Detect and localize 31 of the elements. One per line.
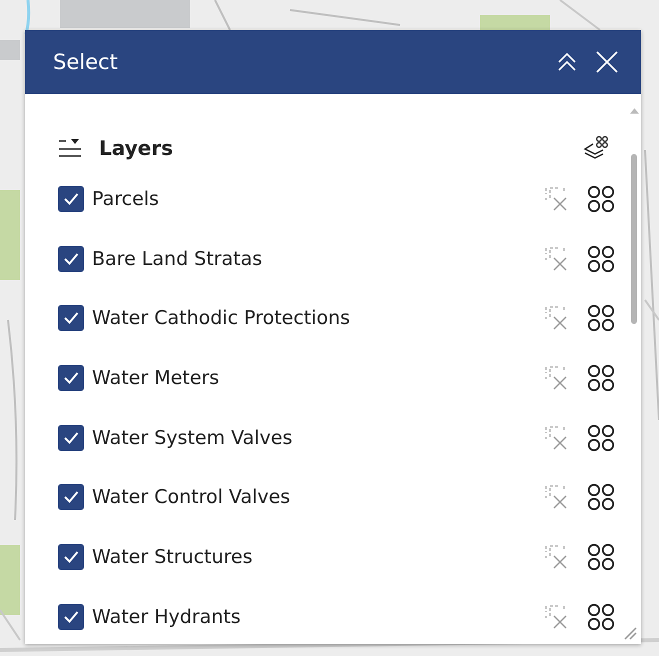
four-circles-icon[interactable] (587, 483, 615, 512)
layer-name: Water Structures (92, 546, 254, 568)
four-circles-icon[interactable] (587, 424, 615, 452)
layer-name: Water Control Valves (92, 486, 292, 508)
checkbox[interactable] (58, 364, 84, 391)
checkbox[interactable] (58, 484, 84, 510)
checkbox[interactable] (58, 186, 84, 212)
checkbox[interactable] (58, 424, 84, 451)
layer-name: Water Meters (92, 366, 220, 389)
layers-icon[interactable] (583, 135, 609, 161)
section-title: Layers (99, 136, 174, 160)
layer-name: Bare Land Stratas (92, 248, 264, 270)
list-options-icon[interactable] (58, 138, 82, 158)
checkbox[interactable] (58, 305, 84, 332)
close-icon[interactable] (595, 50, 619, 74)
scrollbar-thumb[interactable] (631, 154, 637, 324)
four-circles-icon[interactable] (587, 542, 615, 571)
layer-name: Water Cathodic Protections (92, 307, 352, 330)
checkbox[interactable] (58, 544, 84, 570)
four-circles-icon[interactable] (587, 602, 615, 631)
layer-name: Parcels (92, 188, 160, 210)
checkbox[interactable] (58, 604, 84, 630)
layer-name: Water Hydrants (92, 606, 242, 628)
four-circles-icon[interactable] (587, 244, 615, 273)
four-circles-icon[interactable] (587, 184, 615, 213)
four-circles-icon[interactable] (587, 304, 615, 332)
resize-handle-icon[interactable] (623, 626, 637, 640)
four-circles-icon[interactable] (587, 364, 615, 392)
layer-name: Water System Valves (92, 426, 294, 449)
panel-title: Select (53, 50, 119, 74)
checkbox[interactable] (58, 246, 84, 272)
